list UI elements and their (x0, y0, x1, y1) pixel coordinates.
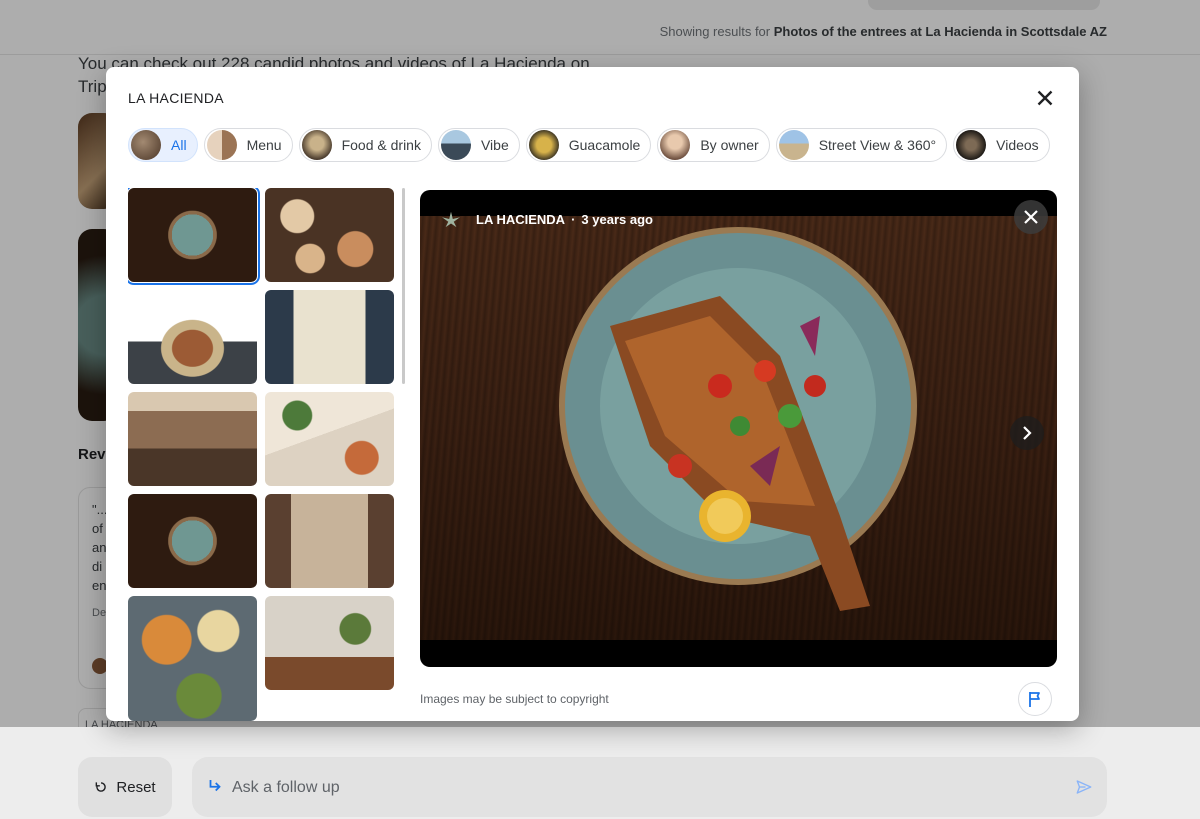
photo-thumbnail[interactable] (128, 188, 260, 285)
photo-plate-illustration (559, 227, 917, 611)
photo-thumbnail[interactable] (265, 392, 394, 486)
chip-thumbnail (301, 130, 332, 160)
source-logo-icon (442, 211, 460, 228)
chip-thumbnail (528, 130, 559, 160)
reset-label: Reset (116, 778, 156, 796)
photos-dialog: LA HACIENDA All Menu Food & drink Vibe G… (106, 67, 1079, 721)
followup-field[interactable] (192, 757, 1107, 817)
photo-thumbnail[interactable] (128, 290, 257, 384)
chip-thumbnail (956, 130, 987, 160)
followup-input[interactable] (230, 775, 1034, 801)
thumbnail-scrollbar[interactable] (402, 188, 405, 384)
photo-age: 3 years ago (581, 212, 653, 227)
chip-thumbnail (778, 130, 809, 160)
close-icon (1024, 210, 1038, 224)
filter-chip-street-view[interactable]: Street View & 360° (775, 128, 948, 162)
filter-chip-food-drink[interactable]: Food & drink (298, 128, 432, 162)
filter-chip-menu[interactable]: Menu (203, 128, 293, 162)
filter-chip-guacamole[interactable]: Guacamole (525, 128, 652, 162)
filter-chip-all[interactable]: All (128, 128, 198, 162)
chip-thumbnail (206, 130, 237, 160)
photo-thumbnail[interactable] (128, 494, 257, 588)
photo-viewer: LA HACIENDA · 3 years ago (420, 190, 1057, 667)
photo-source[interactable]: LA HACIENDA (476, 212, 565, 227)
chip-thumbnail (131, 130, 161, 160)
photo-thumbnail[interactable] (265, 290, 394, 384)
viewer-close-button[interactable] (1014, 200, 1048, 234)
subdirectory-arrow-icon (209, 780, 221, 792)
filter-chip-videos[interactable]: Videos (953, 128, 1050, 162)
photo-filter-chips: All Menu Food & drink Vibe Guacamole By … (128, 128, 1050, 162)
filter-chip-vibe[interactable]: Vibe (437, 128, 520, 162)
reset-icon (96, 782, 107, 792)
photo-thumbnail[interactable] (128, 392, 257, 486)
copyright-notice: Images may be subject to copyright (420, 692, 609, 706)
next-photo-button[interactable] (1010, 416, 1044, 450)
photo-source-line: LA HACIENDA · 3 years ago (476, 212, 653, 227)
flag-icon (1029, 692, 1040, 707)
photo-thumbnail[interactable] (265, 188, 394, 282)
photo-thumbnail-grid (128, 188, 406, 721)
filter-chip-by-owner[interactable]: By owner (657, 128, 770, 162)
photo-thumbnail[interactable] (265, 596, 394, 690)
reset-button[interactable]: Reset (78, 757, 172, 817)
photo-thumbnail[interactable] (128, 596, 257, 721)
photo-thumbnail[interactable] (265, 494, 394, 588)
chevron-right-icon (1023, 426, 1032, 440)
chip-thumbnail (440, 130, 471, 160)
selected-photo (420, 216, 1057, 640)
send-icon[interactable] (1075, 778, 1093, 796)
dialog-title: LA HACIENDA (128, 90, 224, 106)
close-icon[interactable] (1032, 85, 1058, 111)
report-button[interactable] (1018, 682, 1052, 716)
chip-thumbnail (660, 130, 691, 160)
